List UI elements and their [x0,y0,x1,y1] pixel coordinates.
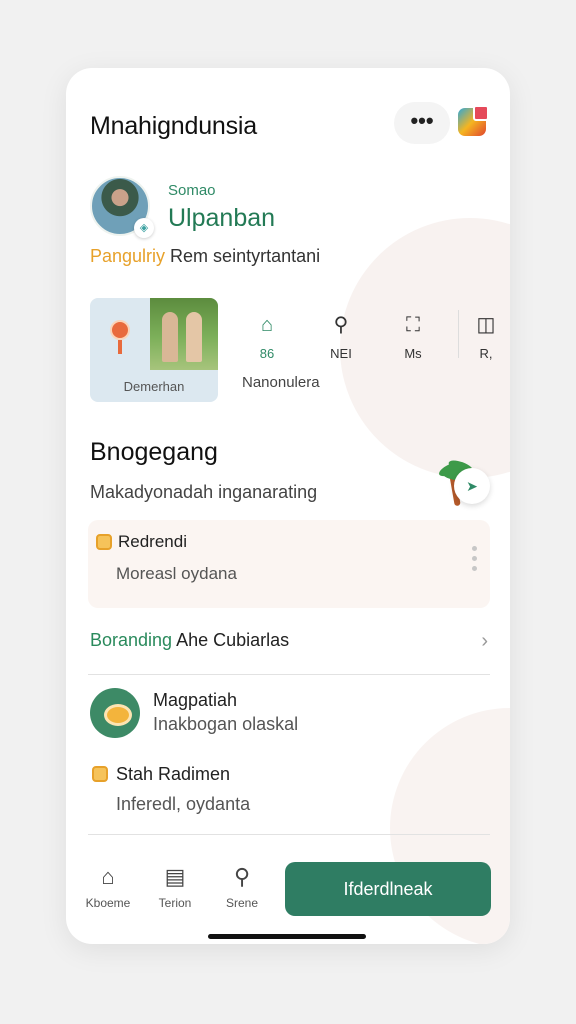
nav-item-home[interactable]: ⌂ Kboeme [78,864,138,910]
tiles-caption: Nanonulera [242,374,320,391]
list-icon: ▤ [164,864,186,889]
nav-label: Terion [158,896,192,910]
profile-subtitle: Somao [168,182,216,199]
link-row[interactable]: Boranding Ahe Cubiarlas › [90,630,488,670]
photo-figure [186,312,202,362]
more-options-button[interactable]: ••• [394,102,450,144]
card-subtitle: Moreasl oydana [116,564,237,583]
task-title[interactable]: Stah Radimen [116,764,230,785]
home-indicator [208,934,366,939]
list-item-title[interactable]: Magpatiah [153,690,237,711]
info-card[interactable]: Redrendi Moreasl oydana [88,520,490,608]
phone-screen: Mnahigndunsia ••• ◈ Somao Ulpanban Pangu… [66,68,510,944]
search-icon: ⚲ [333,314,349,336]
bag-icon: ⌂ [260,314,274,336]
list-item-avatar [90,688,140,738]
home-icon: ⌂ [101,864,115,889]
note-icon [96,534,112,550]
profile-description-text: Rem seintyrtantani [165,246,321,266]
chat-icon: ◫ [476,314,496,336]
section-subtitle: Makadyonadah inganarating [90,482,318,502]
primary-cta-button[interactable]: Ifderdlneak [285,862,491,916]
link-highlight: Boranding [90,630,173,650]
photo-figure [162,312,178,362]
location-pin-icon [110,320,130,340]
search-icon: ⚲ [233,864,251,889]
quick-tiles: Demerhan ⌂ 86 ⚲ NEI ⛶ Ms ◫ R, Nanonulera [90,298,510,402]
quick-action-label: 86 [259,346,275,361]
app-title: Mnahigndunsia [90,112,257,140]
verified-badge-icon: ◈ [134,218,154,238]
quick-action-puzzle[interactable]: ⛶ Ms [388,312,438,361]
link-text: Ahe Cubiarlas [172,630,290,650]
section-title: Bnogegang [90,438,218,466]
profile-section: ◈ Somao Ulpanban Pangulriy Rem seintyrta… [90,176,494,276]
chevron-right-icon: › [481,630,488,652]
photo-thumbnail [150,298,218,370]
quick-action-label: R, [479,346,493,361]
quick-action-bag[interactable]: ⌂ 86 [242,312,292,361]
divider [458,310,459,358]
profile-description: Pangulriy Rem seintyrtantani [90,246,320,267]
puzzle-icon: ⛶ [406,314,420,336]
app-bar: Mnahigndunsia ••• [90,102,494,148]
task-icon [92,766,108,782]
divider [88,834,490,835]
quick-action-label: NEI [330,346,352,361]
quick-action-search[interactable]: ⚲ NEI [316,312,366,361]
nav-item-list[interactable]: ▤ Terion [145,864,205,910]
divider [88,674,490,675]
photo-tile-caption: Demerhan [123,379,185,394]
photo-tile[interactable]: Demerhan [90,298,218,402]
quick-action-label: Ms [404,346,422,361]
card-title: Redrendi [118,532,187,551]
list-item-subtitle: Inakbogan olaskal [153,714,299,734]
card-menu-icon[interactable] [472,546,478,576]
quick-action-chat[interactable]: ◫ R, [466,312,506,361]
send-button[interactable]: ➤ [454,468,490,504]
nav-item-search[interactable]: ⚲ Srene [212,864,272,910]
task-subtitle: Inferedl, oydanta [116,794,251,814]
app-logo-icon[interactable] [458,105,489,136]
profile-name: Ulpanban [168,204,276,232]
location-pin-stem [118,340,122,354]
nav-label: Kboeme [85,896,131,910]
profile-description-highlight: Pangulriy [90,246,166,266]
nav-label: Srene [225,896,259,910]
